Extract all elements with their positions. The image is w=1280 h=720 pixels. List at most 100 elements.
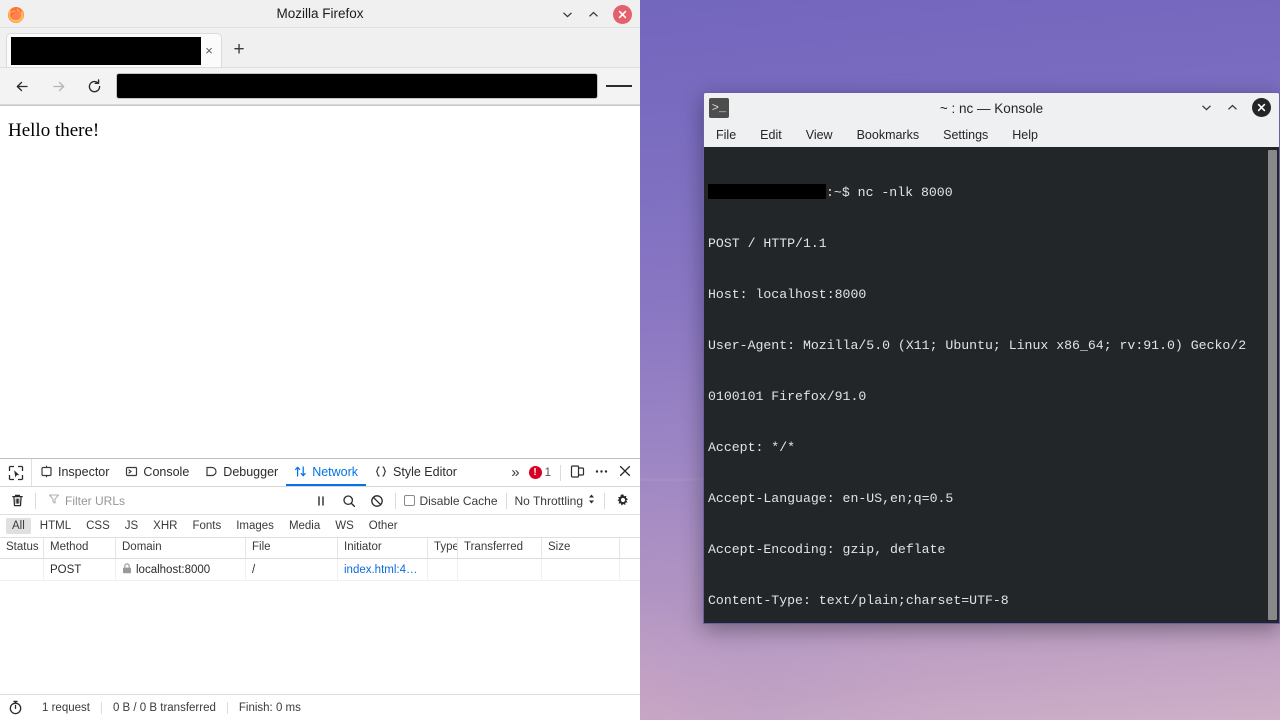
filter-js[interactable]: JS bbox=[119, 518, 144, 534]
tab-debugger[interactable]: Debugger bbox=[197, 459, 286, 486]
tab-title-redacted bbox=[11, 37, 201, 65]
cell-domain-text: localhost:8000 bbox=[136, 564, 210, 576]
terminal-line: Content-Type: text/plain;charset=UTF-8 bbox=[708, 592, 1275, 609]
filter-all[interactable]: All bbox=[6, 518, 31, 534]
table-row[interactable]: POST localhost:8000 / index.html:4… bbox=[0, 559, 640, 581]
firefox-navigation-toolbar bbox=[0, 68, 640, 105]
column-header-method[interactable]: Method bbox=[44, 538, 116, 558]
filter-funnel-icon bbox=[48, 493, 60, 508]
devtools-overflow-button[interactable]: » bbox=[511, 464, 519, 481]
status-finish-time: Finish: 0 ms bbox=[228, 702, 312, 714]
konsole-menubar: File Edit View Bookmarks Settings Help bbox=[704, 123, 1279, 147]
lock-icon bbox=[122, 563, 132, 577]
tab-network[interactable]: Network bbox=[286, 459, 366, 486]
filter-media[interactable]: Media bbox=[283, 518, 326, 534]
divider bbox=[35, 493, 36, 509]
tab-console[interactable]: Console bbox=[117, 459, 197, 486]
minimize-icon[interactable] bbox=[561, 8, 574, 21]
terminal-output[interactable]: :~$ nc -nlk 8000 POST / HTTP/1.1 Host: l… bbox=[704, 147, 1279, 623]
column-header-initiator[interactable]: Initiator bbox=[338, 538, 428, 558]
menu-help[interactable]: Help bbox=[1012, 128, 1038, 142]
tab-console-label: Console bbox=[143, 465, 189, 479]
menu-view[interactable]: View bbox=[806, 128, 833, 142]
maximize-icon[interactable] bbox=[1226, 101, 1239, 114]
search-icon[interactable] bbox=[339, 491, 359, 511]
element-picker-icon[interactable] bbox=[0, 459, 32, 486]
menu-edit[interactable]: Edit bbox=[760, 128, 782, 142]
devtools-close-icon[interactable] bbox=[618, 464, 632, 481]
column-header-status[interactable]: Status bbox=[0, 538, 44, 558]
responsive-design-mode-icon[interactable] bbox=[570, 464, 585, 482]
block-requests-icon[interactable] bbox=[367, 491, 387, 511]
close-icon[interactable] bbox=[1252, 98, 1271, 117]
menu-bookmarks[interactable]: Bookmarks bbox=[857, 128, 920, 142]
tab-style-editor[interactable]: Style Editor bbox=[366, 459, 465, 486]
filter-ws[interactable]: WS bbox=[329, 518, 360, 534]
prompt-redacted bbox=[708, 184, 826, 199]
terminal-scrollbar-thumb[interactable] bbox=[1268, 150, 1277, 620]
filter-css[interactable]: CSS bbox=[80, 518, 116, 534]
firefox-logo-icon bbox=[6, 4, 26, 24]
clear-requests-trash-icon[interactable] bbox=[7, 491, 27, 511]
page-heading-text: Hello there! bbox=[8, 120, 632, 142]
terminal-line: Accept: */* bbox=[708, 439, 1275, 456]
filter-images[interactable]: Images bbox=[230, 518, 280, 534]
pause-recording-icon[interactable] bbox=[311, 491, 331, 511]
hamburger-menu-icon[interactable] bbox=[606, 73, 632, 99]
cell-initiator[interactable]: index.html:4… bbox=[338, 559, 428, 580]
page-content: Hello there! bbox=[0, 105, 640, 458]
tab-network-label: Network bbox=[312, 465, 358, 479]
network-toolbar: Filter URLs Disable Cache No Throttling bbox=[0, 487, 640, 515]
filter-urls-placeholder: Filter URLs bbox=[65, 494, 125, 508]
devtools-options-menu-icon[interactable] bbox=[594, 464, 609, 482]
filter-xhr[interactable]: XHR bbox=[147, 518, 183, 534]
firefox-tabbar: × + bbox=[0, 28, 640, 68]
stopwatch-icon bbox=[8, 700, 31, 715]
address-bar[interactable] bbox=[116, 73, 598, 99]
tab-close-icon[interactable]: × bbox=[201, 44, 217, 57]
cell-status bbox=[0, 559, 44, 580]
cell-type bbox=[428, 559, 458, 580]
filter-fonts[interactable]: Fonts bbox=[186, 518, 227, 534]
tab-inspector[interactable]: Inspector bbox=[32, 459, 117, 486]
network-icon bbox=[294, 465, 307, 478]
terminal-line: POST / HTTP/1.1 bbox=[708, 235, 1275, 252]
minimize-icon[interactable] bbox=[1200, 101, 1213, 114]
column-header-domain[interactable]: Domain bbox=[116, 538, 246, 558]
column-header-size[interactable]: Size bbox=[542, 538, 620, 558]
filter-html[interactable]: HTML bbox=[34, 518, 77, 534]
status-request-count: 1 request bbox=[31, 702, 102, 714]
cell-transferred bbox=[458, 559, 542, 580]
cell-file: / bbox=[246, 559, 338, 580]
console-icon bbox=[125, 465, 138, 478]
tab-debugger-label: Debugger bbox=[223, 465, 278, 479]
menu-settings[interactable]: Settings bbox=[943, 128, 988, 142]
new-tab-button[interactable]: + bbox=[222, 33, 256, 67]
chevron-updown-icon bbox=[587, 493, 596, 508]
close-icon[interactable] bbox=[613, 5, 632, 24]
disable-cache-checkbox[interactable]: Disable Cache bbox=[404, 494, 497, 508]
filter-other[interactable]: Other bbox=[363, 518, 404, 534]
terminal-line: Accept-Language: en-US,en;q=0.5 bbox=[708, 490, 1275, 507]
maximize-icon[interactable] bbox=[587, 8, 600, 21]
filter-urls-input[interactable]: Filter URLs bbox=[44, 491, 303, 510]
terminal-line: User-Agent: Mozilla/5.0 (X11; Ubuntu; Li… bbox=[708, 337, 1275, 354]
menu-file[interactable]: File bbox=[716, 128, 736, 142]
reload-button-icon[interactable] bbox=[80, 73, 108, 99]
column-header-file[interactable]: File bbox=[246, 538, 338, 558]
divider bbox=[506, 493, 507, 509]
throttling-dropdown[interactable]: No Throttling bbox=[515, 493, 596, 508]
gear-icon[interactable] bbox=[613, 491, 633, 511]
column-header-transferred[interactable]: Transferred bbox=[458, 538, 542, 558]
tab-inspector-label: Inspector bbox=[58, 465, 109, 479]
cell-size bbox=[542, 559, 620, 580]
browser-tab[interactable]: × bbox=[6, 33, 222, 67]
column-header-type[interactable]: Type bbox=[428, 538, 458, 558]
forward-button-icon[interactable] bbox=[44, 73, 72, 99]
back-button-icon[interactable] bbox=[8, 73, 36, 99]
checkbox-box bbox=[404, 495, 415, 506]
error-count-badge[interactable]: ! 1 bbox=[529, 466, 551, 479]
terminal-scrollbar[interactable] bbox=[1268, 150, 1277, 620]
cell-method: POST bbox=[44, 559, 116, 580]
terminal-line: Accept-Encoding: gzip, deflate bbox=[708, 541, 1275, 558]
